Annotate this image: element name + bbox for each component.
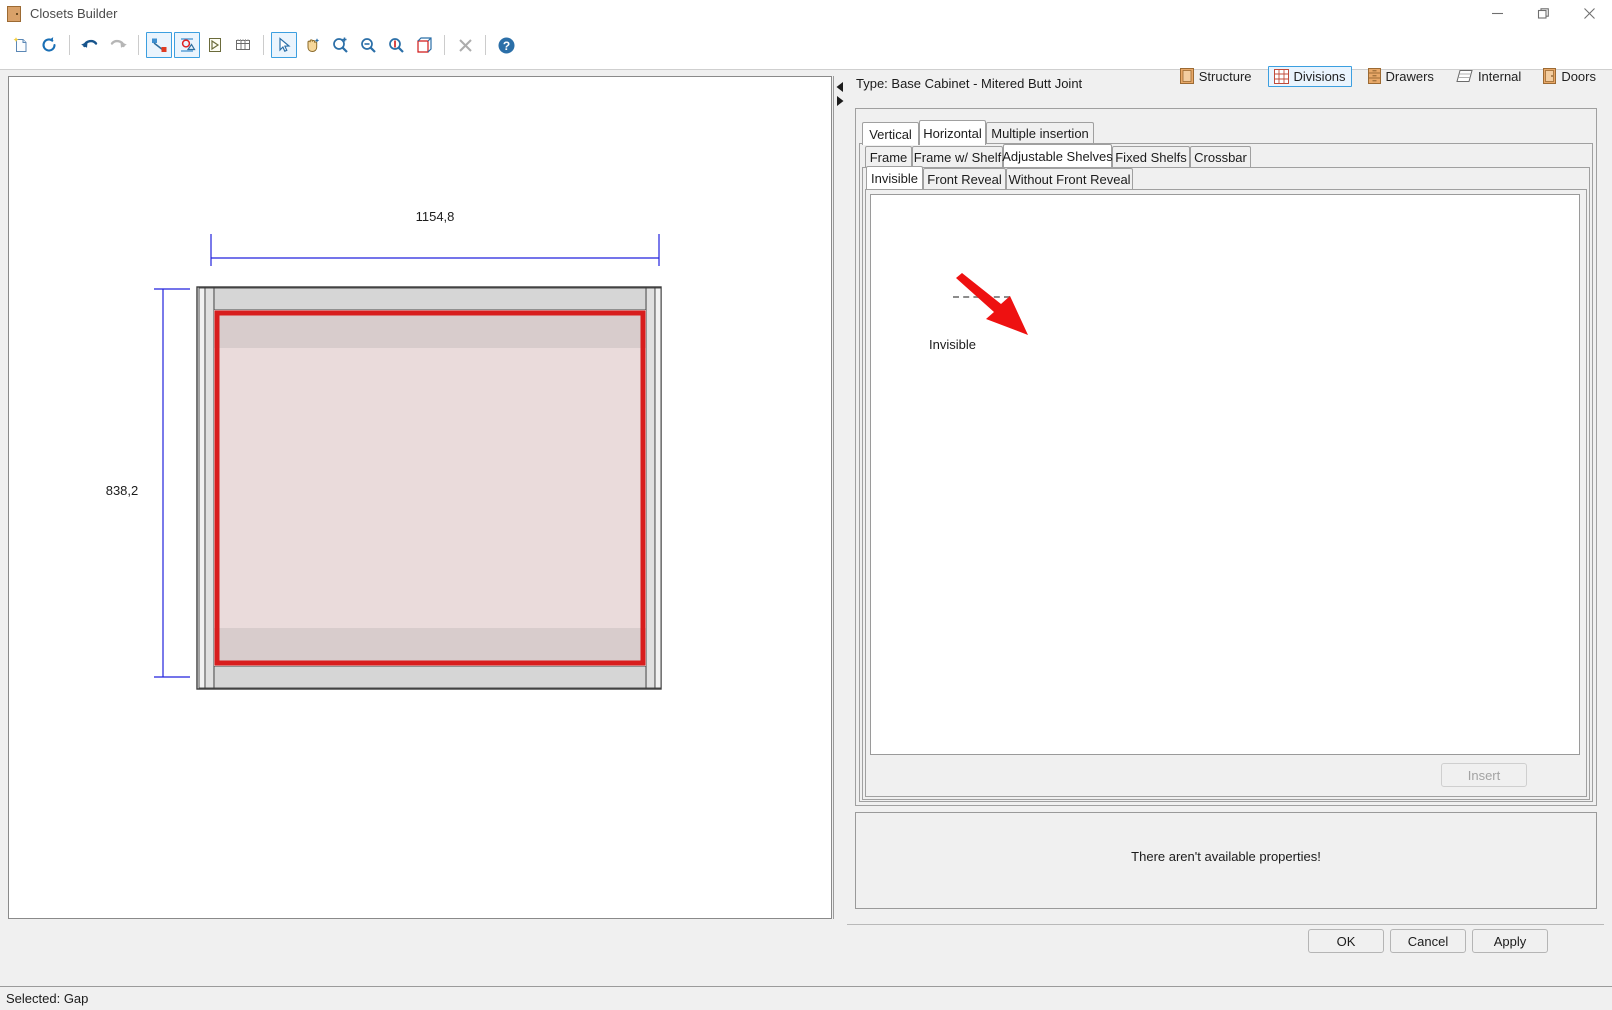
tab-frame-w-shelf[interactable]: Frame w/ Shelf [912,146,1003,167]
reload-icon[interactable] [36,32,62,58]
ok-button-label: OK [1336,933,1356,949]
tab-label: Vertical [869,126,912,142]
cabinet-icon [7,5,21,22]
select-element-icon[interactable] [146,32,172,58]
tab-multiple-insertion[interactable]: Multiple insertion [986,122,1094,143]
cabinet-drawing: 1154,8 838,2 [106,209,662,690]
dialog-separator [847,924,1604,925]
toolbar-separator [485,35,486,55]
cancel-button[interactable]: Cancel [1390,929,1466,953]
properties-message: There aren't available properties! [1131,849,1321,864]
new-file-icon[interactable] [8,32,34,58]
zoom-window-icon[interactable] [327,32,353,58]
arrow-right-icon[interactable] [835,95,845,110]
status-bar: Selected: Gap [0,986,1612,1010]
tab-label: Adjustable Shelves [1002,148,1113,164]
help-icon[interactable]: ? [493,32,519,58]
restore-icon[interactable] [1520,0,1566,27]
drawing-canvas[interactable]: 1154,8 838,2 [8,76,832,919]
width-dimension [210,234,660,266]
left-side-panel-inner [204,287,215,689]
svg-text:?: ? [502,39,509,53]
bottom-panel [213,665,647,689]
toolbar-separator [69,35,70,55]
insert-button-label: Insert [1467,767,1501,783]
play-icon[interactable] [202,32,228,58]
left-side-panel-outer [198,287,206,689]
tab-label: Without Front Reveal [1008,171,1131,187]
tab-label: Invisible [871,170,918,186]
tab-horizontal[interactable]: Horizontal [919,120,986,145]
pan-hand-icon[interactable] [299,32,325,58]
toolbar-separator [138,35,139,55]
tab-label: Horizontal [923,125,982,141]
tab-vertical[interactable]: Vertical [862,122,919,145]
pointer-icon[interactable] [271,32,297,58]
edit-shape-icon[interactable] [174,32,200,58]
close-icon[interactable] [1566,0,1612,27]
title-bar: Closets Builder [0,0,1612,28]
toolbar-separator [263,35,264,55]
interior-fill [214,310,646,666]
red-arrow-pointer [956,273,1028,335]
grid-icon[interactable] [230,32,256,58]
tab-frame[interactable]: Frame [865,146,912,167]
apply-button-label: Apply [1493,933,1527,949]
zoom-out-icon[interactable] [355,32,381,58]
tab-fixed-shelfs[interactable]: Fixed Shelfs [1112,146,1190,167]
arrow-left-icon[interactable] [835,81,845,96]
delete-icon[interactable] [452,32,478,58]
tab-label: Frame [869,149,908,165]
ok-button[interactable]: OK [1308,929,1384,953]
insert-button[interactable]: Insert [1441,763,1527,787]
tab-label: Fixed Shelfs [1115,149,1187,165]
view-3d-icon[interactable] [411,32,437,58]
divisions-panel: Type: Base Cabinet - Mitered Butt Joint … [847,70,1604,919]
right-side-panel-inner [645,287,656,689]
top-panel [213,287,647,311]
tab-adjustable-shelves[interactable]: Adjustable Shelves [1002,144,1113,167]
width-dimension-label: 1154,8 [416,209,455,224]
tab-without-front-reveal[interactable]: Without Front Reveal [1006,168,1133,189]
cancel-button-label: Cancel [1407,933,1449,949]
splitter-line [833,76,834,919]
tab-front-reveal[interactable]: Front Reveal [923,168,1006,189]
status-text: Selected: Gap [6,991,89,1006]
cabinet-type-label: Type: Base Cabinet - Mitered Butt Joint [856,76,1083,91]
interior-band-bottom [214,628,646,666]
height-dimension-label: 838,2 [106,483,139,498]
main-toolbar: ? Structure Divisions Drawers Internal D… [0,27,1612,87]
window-title: Closets Builder [30,6,118,21]
panel-splitter[interactable] [833,76,847,919]
zoom-in-icon[interactable] [383,32,409,58]
properties-box: There aren't available properties! [855,812,1597,909]
toolbar-separator [444,35,445,55]
application-window: Closets Builder ? Structure Divisions Dr… [0,0,1612,1010]
interior-band-top [214,310,646,348]
apply-button[interactable]: Apply [1472,929,1548,953]
right-side-panel-outer [654,287,662,689]
tab-label: Frame w/ Shelf [913,149,1002,165]
tab-label: Multiple insertion [991,125,1089,141]
tab-crossbar[interactable]: Crossbar [1190,146,1251,167]
tab-label: Front Reveal [927,171,1002,187]
tab-invisible[interactable]: Invisible [866,166,923,189]
toolbar-buttons: ? [8,32,519,58]
minimize-icon[interactable] [1474,0,1520,27]
redo-icon[interactable] [105,32,131,58]
height-dimension [154,288,190,678]
tab-label: Crossbar [1194,149,1247,165]
undo-icon[interactable] [77,32,103,58]
window-controls [1474,0,1612,27]
